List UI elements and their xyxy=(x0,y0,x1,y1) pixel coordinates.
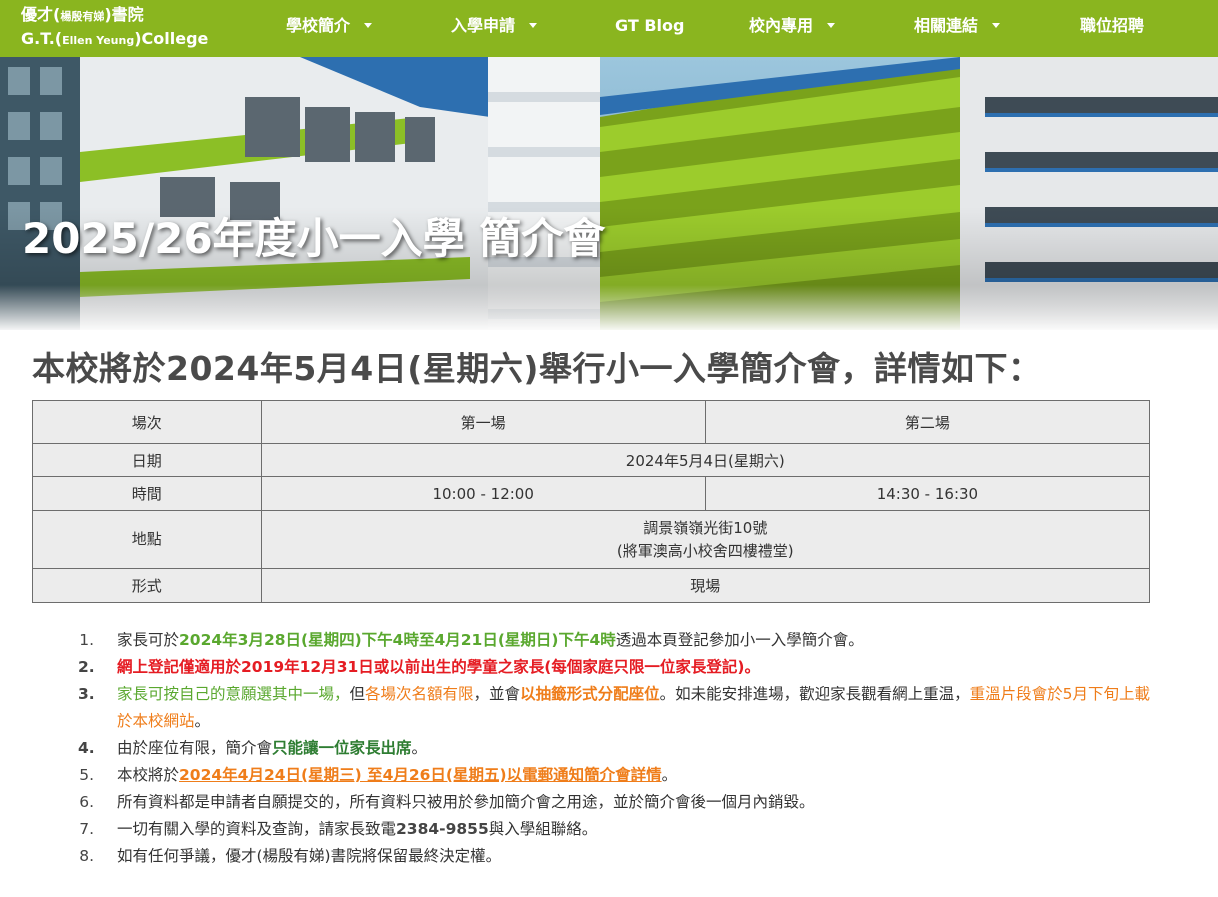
nav-item-school-intro[interactable]: 學校簡介 xyxy=(286,0,373,57)
nav-item-admission[interactable]: 入學申請 xyxy=(451,0,538,57)
row-label-venue: 地點 xyxy=(32,510,262,569)
table-row-format: 形式 現場 xyxy=(32,568,1151,603)
format-value: 現場 xyxy=(260,568,1151,603)
list-item: 6. 所有資料都是申請者自願提交的，所有資料只被用於參加簡介會之用途，並於簡介會… xyxy=(79,793,815,811)
chevron-down-icon xyxy=(364,23,373,28)
list-item: 1. 家長可於2024年3月28日(星期四)下午4時至4月21日(星期日)下午4… xyxy=(79,631,864,649)
row-label-session: 場次 xyxy=(32,400,262,444)
row-label-format: 形式 xyxy=(32,568,262,603)
session-2-header: 第二場 xyxy=(704,400,1151,444)
table-row-venue: 地點 調景嶺嶺光街10號 (將軍澳高小校舍四樓禮堂) xyxy=(32,510,1151,569)
row-label-time: 時間 xyxy=(32,476,262,511)
top-nav: 優才(楊殷有娣)書院 G.T.(Ellen Yeung)College 學校簡介… xyxy=(0,0,1218,57)
list-item: 5. 本校將於2024年4月24日(星期三) 至4月26日(星期五)以電郵通知簡… xyxy=(79,766,678,784)
logo-chinese-name: 優才(楊殷有娣)書院 xyxy=(21,5,144,24)
school-building-photo xyxy=(0,57,1218,330)
list-item: 4. 由於座位有限，簡介會只能讓一位家長出席。 xyxy=(78,739,428,757)
list-item: 2. 網上登記僅適用於2019年12月31日或以前出生的學童之家長(每個家庭只限… xyxy=(78,658,760,676)
page-headline: 本校將於2024年5月4日(星期六)舉行小一入學簡介會，詳情如下： xyxy=(32,349,1042,388)
hero-banner: 2025/26年度小一入學 簡介會 xyxy=(0,57,1218,330)
nav-item-gt-blog[interactable]: GT Blog xyxy=(615,0,684,57)
school-logo[interactable]: 優才(楊殷有娣)書院 G.T.(Ellen Yeung)College xyxy=(21,4,208,52)
logo-english-name: G.T.(Ellen Yeung)College xyxy=(21,29,209,48)
list-item: 7. 一切有關入學的資料及查詢，請家長致電2384-9855與入學組聯絡。 xyxy=(79,820,598,838)
session-1-header: 第一場 xyxy=(260,400,706,444)
table-row-time: 時間 10:00 - 12:00 14:30 - 16:30 xyxy=(32,476,1151,511)
chevron-down-icon xyxy=(529,23,538,28)
notes-list: 1. 家長可於2024年3月28日(星期四)下午4時至4月21日(星期日)下午4… xyxy=(78,627,1158,870)
session-1-time: 10:00 - 12:00 xyxy=(260,476,706,511)
date-value: 2024年5月4日(星期六) xyxy=(260,443,1151,477)
chevron-down-icon xyxy=(992,23,1001,28)
session-schedule-table: 場次 第一場 第二場 日期 2024年5月4日(星期六) 時間 10:00 - … xyxy=(32,400,1151,603)
nav-item-links[interactable]: 相關連結 xyxy=(914,0,1001,57)
hero-title: 2025/26年度小一入學 簡介會 xyxy=(22,214,606,263)
table-row-date: 日期 2024年5月4日(星期六) xyxy=(32,443,1151,477)
row-label-date: 日期 xyxy=(32,443,262,477)
nav-item-careers[interactable]: 職位招聘 xyxy=(1080,0,1144,57)
list-item: 8. 如有任何爭議，優才(楊殷有娣)書院將保留最終決定權。 xyxy=(79,847,502,865)
venue-value: 調景嶺嶺光街10號 (將軍澳高小校舍四樓禮堂) xyxy=(260,510,1151,569)
nav-item-internal[interactable]: 校內專用 xyxy=(749,0,836,57)
email-notice-link[interactable]: 2024年4月24日(星期三) 至4月26日(星期五)以電郵通知簡介會詳情 xyxy=(179,766,662,784)
table-row-session: 場次 第一場 第二場 xyxy=(32,400,1151,444)
session-2-time: 14:30 - 16:30 xyxy=(704,476,1151,511)
list-item: 3. 家長可按自己的意願選其中一場，但各場次名額有限，並會以抽籤形式分配座位。如… xyxy=(78,685,1150,730)
chevron-down-icon xyxy=(827,23,836,28)
